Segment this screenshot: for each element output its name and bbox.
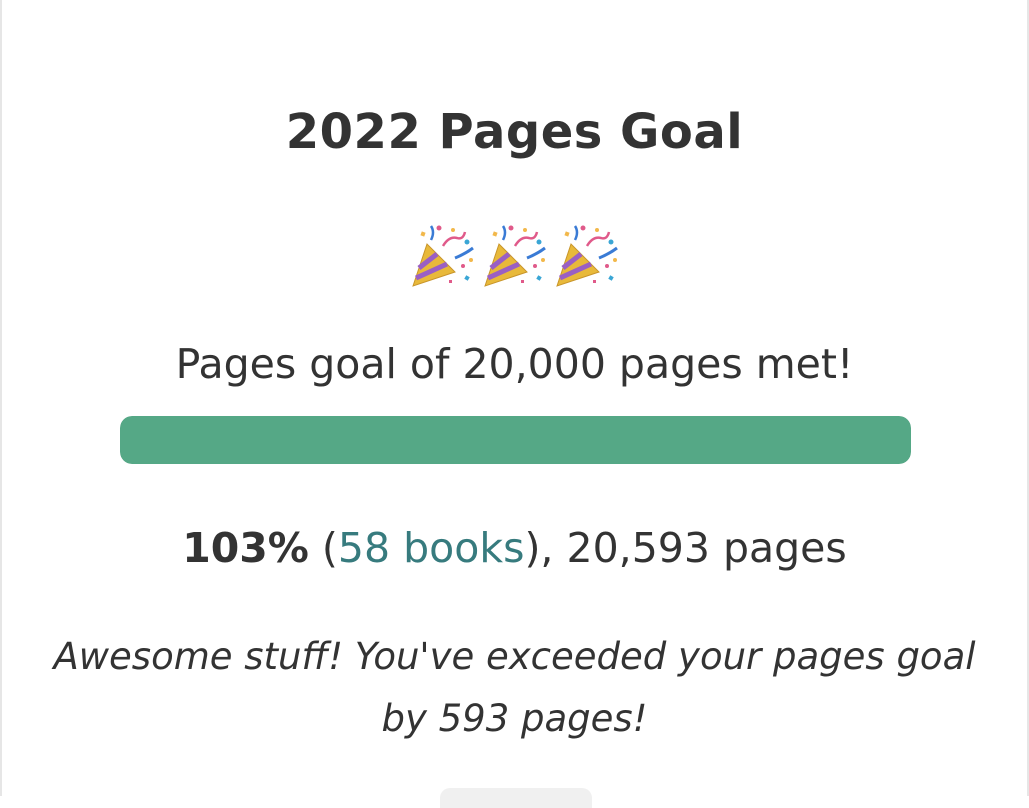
percent-complete: 103% bbox=[182, 524, 309, 572]
goal-met-text: Pages goal of 20,000 pages met! bbox=[175, 340, 854, 388]
party-popper-icon bbox=[483, 225, 546, 287]
message-line-2: by 593 pages! bbox=[381, 697, 648, 740]
progress-bar bbox=[120, 416, 911, 464]
encouragement-message: Awesome stuff! You've exceeded your page… bbox=[2, 626, 1027, 750]
party-popper-icon bbox=[555, 225, 618, 287]
stats-pages-text: ), 20,593 pages bbox=[524, 524, 847, 572]
celebration-icons bbox=[2, 220, 1027, 290]
page-title: 2022 Pages Goal bbox=[285, 104, 744, 160]
message-line-1: Awesome stuff! You've exceeded your page… bbox=[53, 635, 976, 678]
books-count-link[interactable]: 58 books bbox=[338, 524, 525, 572]
goal-card: 2022 Pages Goal Pages goal of 20,000 pag… bbox=[0, 0, 1029, 808]
stats-open-paren: ( bbox=[308, 524, 338, 572]
party-popper-icon bbox=[411, 225, 474, 287]
progress-fill bbox=[120, 416, 911, 464]
next-card-edge bbox=[440, 788, 592, 808]
goal-stats: 103% (58 books), 20,593 pages bbox=[2, 524, 1027, 572]
